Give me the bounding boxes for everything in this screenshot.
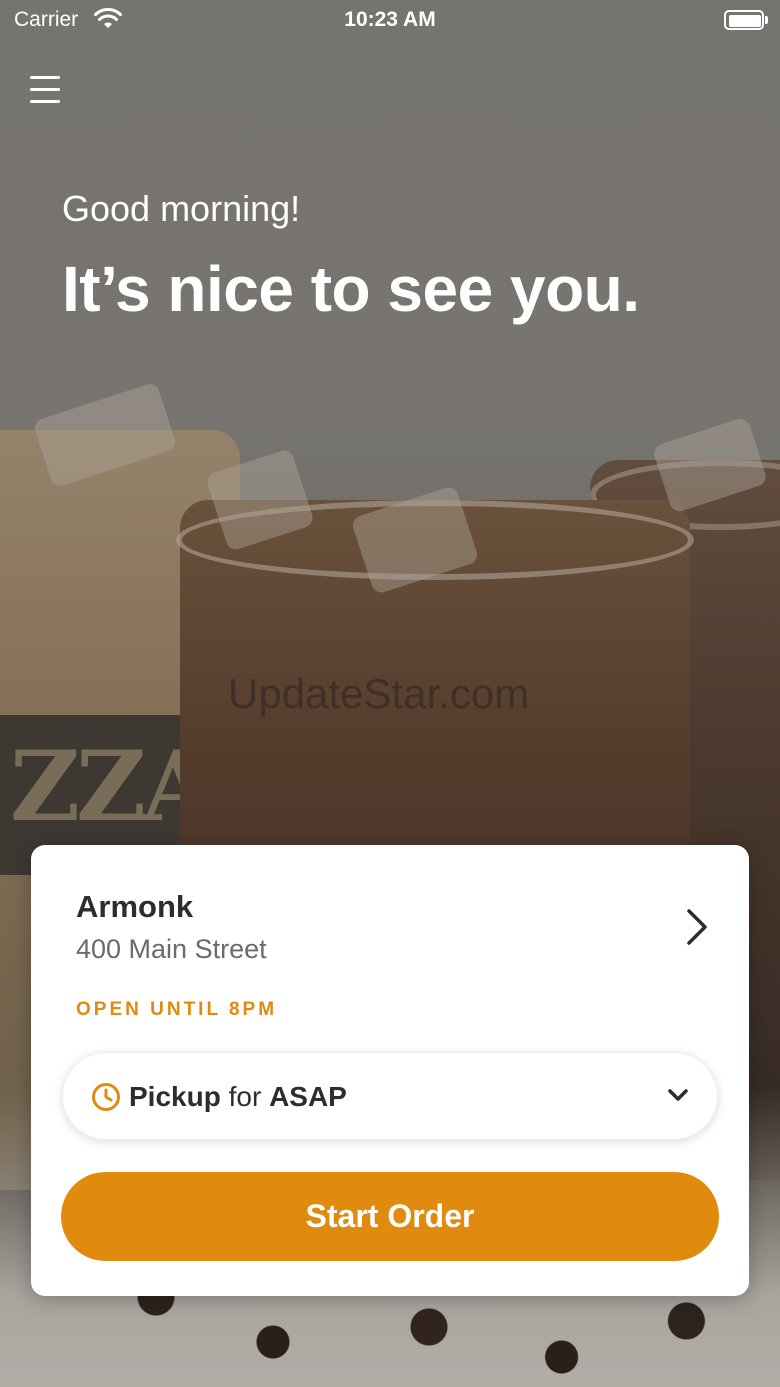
status-time: 10:23 AM: [344, 8, 436, 31]
pickup-connector: for: [228, 1081, 262, 1112]
chevron-down-icon: [668, 1089, 688, 1101]
start-order-button[interactable]: Start Order: [61, 1172, 719, 1261]
status-bar: Carrier 10:23 AM: [0, 0, 780, 40]
pickup-mode: Pickup: [129, 1081, 221, 1112]
pickup-summary: Pickup for ASAP: [129, 1081, 347, 1113]
headline-text: It’s nice to see you.: [62, 253, 640, 325]
pickup-time-select[interactable]: Pickup for ASAP: [62, 1052, 718, 1140]
store-card: Armonk 400 Main Street OPEN UNTIL 8PM Pi…: [31, 845, 749, 1296]
store-hours: OPEN UNTIL 8PM: [76, 999, 278, 1020]
hamburger-menu-icon[interactable]: [26, 72, 66, 108]
store-name: Armonk: [76, 889, 194, 924]
clock-icon: [92, 1083, 120, 1111]
store-address: 400 Main Street: [76, 934, 267, 964]
store-selector[interactable]: Armonk 400 Main Street: [31, 845, 749, 985]
pickup-time: ASAP: [269, 1081, 347, 1112]
battery-icon: [724, 10, 768, 30]
chevron-right-icon: [687, 909, 707, 945]
watermark: UpdateStar.com: [228, 670, 530, 717]
greeting-text: Good morning!: [62, 188, 301, 229]
